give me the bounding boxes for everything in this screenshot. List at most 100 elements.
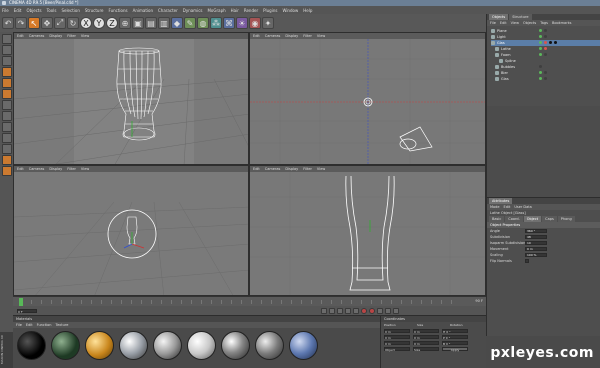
vp-menu-edit[interactable]: Edit xyxy=(253,34,260,38)
angle-input[interactable]: 360 ° xyxy=(525,229,547,233)
z-axis-icon[interactable]: Z xyxy=(106,17,118,29)
menu-render[interactable]: Render xyxy=(244,8,258,13)
material-chrome[interactable] xyxy=(221,331,250,360)
vp-menu-edit[interactable]: Edit xyxy=(17,167,24,171)
position-z-input[interactable]: 0 m xyxy=(384,341,410,346)
material-metal[interactable] xyxy=(255,331,284,360)
attr-menu-edit[interactable]: Edit xyxy=(504,205,511,209)
vp-menu-cameras[interactable]: Cameras xyxy=(265,167,281,171)
solo-icon[interactable] xyxy=(1,155,12,165)
move-icon[interactable]: ✥ xyxy=(41,17,53,29)
cube-icon[interactable]: ◆ xyxy=(171,17,183,29)
attr-menu-user-data[interactable]: User Data xyxy=(514,205,531,209)
goto-end-icon[interactable] xyxy=(353,307,359,314)
menu-character[interactable]: Character xyxy=(158,8,178,13)
key-icon[interactable] xyxy=(377,307,383,314)
attr-menu-mode[interactable]: Mode xyxy=(490,205,500,209)
spline-pen-icon[interactable]: ✎ xyxy=(184,17,196,29)
coord-system-icon[interactable]: ⊕ xyxy=(119,17,131,29)
menu-functions[interactable]: Functions xyxy=(108,8,127,13)
deformer-icon[interactable]: ⌘ xyxy=(223,17,235,29)
rotation-h-input[interactable]: H 0 ° xyxy=(442,329,468,334)
material-black[interactable] xyxy=(17,331,46,360)
redo-icon[interactable]: ↷ xyxy=(15,17,27,29)
om-menu-objects[interactable]: Objects xyxy=(523,21,536,25)
material-foam[interactable] xyxy=(187,331,216,360)
tab-structure[interactable]: Structure xyxy=(509,14,532,20)
material-glass[interactable] xyxy=(119,331,148,360)
goto-start-icon[interactable] xyxy=(321,307,327,314)
vp-menu-cameras[interactable]: Cameras xyxy=(29,167,45,171)
x-axis-icon[interactable]: X xyxy=(80,17,92,29)
play-icon[interactable] xyxy=(337,307,343,314)
menu-tools[interactable]: Tools xyxy=(47,8,57,13)
vp-menu-filter[interactable]: Filter xyxy=(303,34,312,38)
current-frame-field[interactable]: 0 F xyxy=(17,308,37,314)
object-mode-icon[interactable] xyxy=(1,56,12,66)
menu-plugins[interactable]: Plugins xyxy=(263,8,277,13)
rotation-b-input[interactable]: B 0 ° xyxy=(442,341,468,346)
viewport-perspective-bottom[interactable]: Edit Cameras Display Filter View Perspec… xyxy=(13,165,249,296)
apply-button[interactable]: Apply xyxy=(442,347,468,352)
timeline-playhead[interactable] xyxy=(19,298,23,306)
menu-window[interactable]: Window xyxy=(282,8,298,13)
rotate-icon[interactable]: ↻ xyxy=(67,17,79,29)
vp-menu-display[interactable]: Display xyxy=(49,34,62,38)
render-picture-icon[interactable]: ▤ xyxy=(145,17,157,29)
om-menu-tags[interactable]: Tags xyxy=(540,21,548,25)
y-axis-icon[interactable]: Y xyxy=(93,17,105,29)
mat-menu-file[interactable]: File xyxy=(16,323,22,327)
position-x-input[interactable]: 0 m xyxy=(384,329,410,334)
vp-menu-view[interactable]: View xyxy=(317,34,325,38)
viewport-top[interactable]: Edit Cameras Display Filter View Top xyxy=(249,32,486,165)
vp-menu-display[interactable]: Display xyxy=(285,167,298,171)
live-selection-icon[interactable]: ↖ xyxy=(28,17,40,29)
points-mode-icon[interactable] xyxy=(1,67,12,77)
tab-objects[interactable]: Objects xyxy=(489,14,509,20)
scheme-icon[interactable] xyxy=(393,307,399,314)
om-menu-bookmarks[interactable]: Bookmarks xyxy=(552,21,572,25)
axis-mode-icon[interactable] xyxy=(1,100,12,110)
rotation-p-input[interactable]: P 0 ° xyxy=(442,335,468,340)
object-row[interactable]: Glas xyxy=(491,76,600,82)
size-z-input[interactable]: 0 m xyxy=(413,341,439,346)
material-glass-2[interactable] xyxy=(153,331,182,360)
menu-selection[interactable]: Selection xyxy=(61,8,79,13)
autokey-icon[interactable] xyxy=(369,307,375,314)
size-x-input[interactable]: 0 m xyxy=(413,329,439,334)
make-editable-icon[interactable] xyxy=(1,34,12,44)
vp-menu-cameras[interactable]: Cameras xyxy=(29,34,45,38)
array-icon[interactable]: ⁂ xyxy=(210,17,222,29)
vp-menu-view[interactable]: View xyxy=(317,167,325,171)
timeline[interactable]: 90 F xyxy=(13,296,486,306)
mode-dropdown[interactable]: Object xyxy=(384,347,410,352)
size-y-input[interactable]: 0 m xyxy=(413,335,439,340)
vp-menu-view[interactable]: View xyxy=(81,34,89,38)
workplane-icon[interactable] xyxy=(1,144,12,154)
material-dark-green[interactable] xyxy=(51,331,80,360)
menu-structure[interactable]: Structure xyxy=(85,8,104,13)
vp-menu-edit[interactable]: Edit xyxy=(253,167,260,171)
menu-animation[interactable]: Animation xyxy=(133,8,153,13)
record-icon[interactable] xyxy=(361,307,367,314)
snap-icon[interactable] xyxy=(1,133,12,143)
menu-objects[interactable]: Objects xyxy=(26,8,41,13)
om-menu-file[interactable]: File xyxy=(490,21,496,25)
camera-icon[interactable]: ◉ xyxy=(249,17,261,29)
model-mode-icon[interactable] xyxy=(1,45,12,55)
scaling-input[interactable]: 100 % xyxy=(525,253,547,257)
om-menu-edit[interactable]: Edit xyxy=(500,21,507,25)
layout-icon[interactable] xyxy=(1,166,12,176)
om-menu-view[interactable]: View xyxy=(511,21,519,25)
vp-menu-view[interactable]: View xyxy=(81,167,89,171)
scene-icon[interactable]: ☀ xyxy=(236,17,248,29)
light-icon[interactable]: ✦ xyxy=(262,17,274,29)
vp-menu-display[interactable]: Display xyxy=(285,34,298,38)
mat-menu-texture[interactable]: Texture xyxy=(56,323,69,327)
menu-file[interactable]: File xyxy=(2,8,9,13)
scale-icon[interactable]: ⤢ xyxy=(54,17,66,29)
menu-edit[interactable]: Edit xyxy=(14,8,22,13)
subdivision-input[interactable]: 48 xyxy=(525,235,547,239)
vp-menu-cameras[interactable]: Cameras xyxy=(265,34,281,38)
keyframe-options-icon[interactable] xyxy=(385,307,391,314)
